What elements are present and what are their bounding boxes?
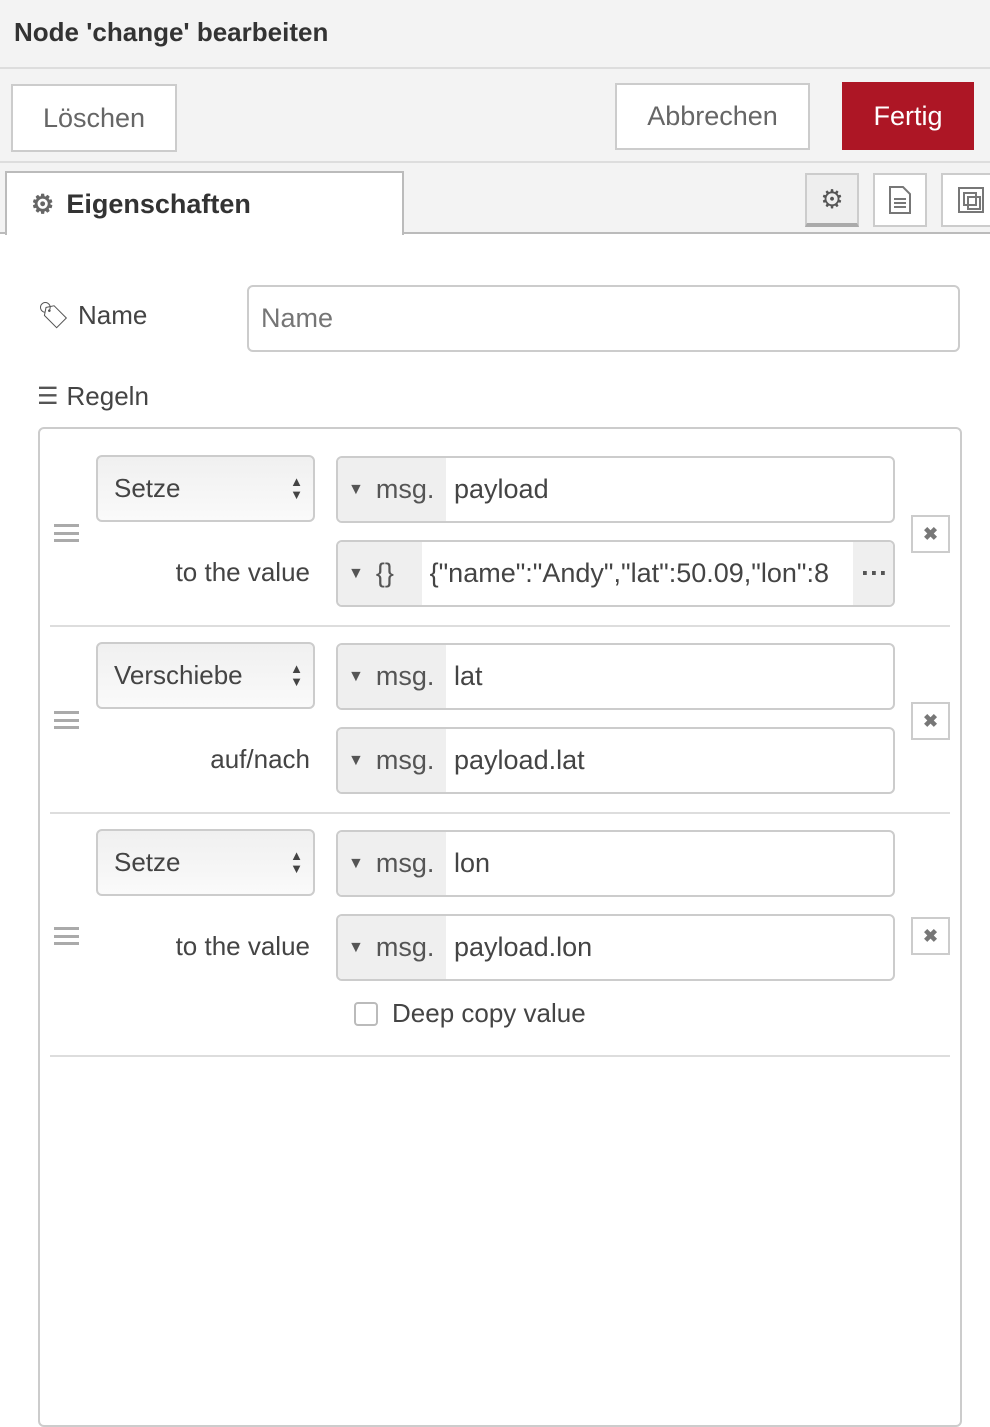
dialog-toolbar: Löschen Abbrechen Fertig (0, 69, 990, 163)
drag-handle-icon[interactable] (54, 711, 79, 729)
properties-tab-button[interactable]: ⚙ (805, 173, 859, 227)
dialog-title: Node 'change' bearbeiten (14, 17, 329, 47)
type-label: msg. (375, 932, 435, 962)
caret-down-icon: ▼ (348, 667, 364, 685)
rule-row: Verschiebe ▲ ▼ ▼ msg. lat auf/nach ▼ msg. payl… (40, 616, 960, 803)
rule-action-select[interactable]: Setze ▲ ▼ (96, 829, 315, 896)
rule-row: Setze ▲ ▼ ▼ msg. lon to the value ▼ msg. paylo… (40, 803, 960, 1053)
delete-button[interactable]: Löschen (11, 84, 177, 152)
caret-down-icon: ▼ (348, 854, 364, 872)
action-value: Setze (114, 847, 181, 877)
tab-properties[interactable]: ⚙ Eigenschaften (5, 171, 404, 235)
dialog-header: Node 'change' bearbeiten (0, 0, 990, 69)
close-icon: ✖ (922, 523, 939, 544)
target-input[interactable]: ▼ msg. payload.lat (336, 727, 895, 794)
rules-label-text: Regeln (66, 381, 149, 411)
done-button[interactable]: Fertig (842, 82, 974, 150)
property-value: payload (454, 474, 549, 504)
rules-list: Setze ▲ ▼ ▼ msg. payload to the value ▼ {} {"n… (38, 427, 962, 1427)
updown-icon: ▲ ▼ (290, 848, 303, 876)
updown-icon: ▲ ▼ (290, 661, 303, 689)
value-input[interactable]: ▼ msg. payload.lon (336, 914, 895, 981)
caret-down-icon: ▼ (348, 480, 364, 498)
caret-down-icon: ▼ (348, 564, 364, 582)
name-label: 🏷 Name (37, 300, 147, 331)
type-selector[interactable]: ▼ msg. (338, 916, 446, 979)
expand-editor-button[interactable]: ··· (853, 542, 893, 605)
drag-handle-icon[interactable] (54, 927, 79, 945)
value-text: payload.lon (454, 932, 593, 962)
action-value: Setze (114, 473, 181, 503)
value-label: to the value (175, 931, 310, 961)
name-input[interactable] (247, 285, 960, 352)
value-input[interactable]: ▼ {} {"name":"Andy","lat":50.09,"lon":8 ··· (336, 540, 895, 607)
name-label-text: Name (78, 300, 148, 330)
type-label: msg. (375, 661, 435, 691)
type-selector[interactable]: ▼ msg. (338, 458, 446, 521)
type-label: msg. (375, 848, 435, 878)
type-selector[interactable]: ▼ {} (338, 542, 422, 605)
value-label: to the value (175, 557, 310, 587)
deep-copy-label: Deep copy value (392, 998, 586, 1028)
divider (50, 1055, 950, 1057)
file-text-icon (889, 186, 911, 214)
type-selector[interactable]: ▼ msg. (338, 645, 446, 708)
type-label: msg. (375, 474, 435, 504)
target-value: payload.lat (454, 745, 585, 775)
property-value: lat (454, 661, 483, 691)
rules-label: ☰ Regeln (37, 381, 149, 412)
gear-icon: ⚙ (31, 188, 55, 219)
close-icon: ✖ (922, 925, 939, 946)
delete-rule-button[interactable]: ✖ (911, 515, 950, 553)
type-label: {} (375, 558, 394, 588)
tag-icon: 🏷 (37, 300, 71, 330)
tab-label: Eigenschaften (66, 188, 251, 219)
json-value: {"name":"Andy","lat":50.09,"lon":8 (429, 558, 829, 588)
drag-handle-icon[interactable] (54, 524, 79, 542)
delete-rule-button[interactable]: ✖ (911, 917, 950, 955)
caret-down-icon: ▼ (348, 751, 364, 769)
deep-copy-option: Deep copy value (354, 998, 586, 1029)
deep-copy-checkbox[interactable] (354, 1001, 378, 1026)
gear-icon: ⚙ (820, 183, 844, 214)
list-icon: ☰ (37, 383, 59, 410)
value-label: auf/nach (210, 744, 310, 774)
property-input[interactable]: ▼ msg. lat (336, 643, 895, 710)
delete-rule-button[interactable]: ✖ (911, 702, 950, 740)
action-value: Verschiebe (114, 660, 243, 690)
updown-icon: ▲ ▼ (290, 474, 303, 502)
rule-row: Setze ▲ ▼ ▼ msg. payload to the value ▼ {} {"n… (40, 429, 960, 625)
type-selector[interactable]: ▼ msg. (338, 729, 446, 792)
layout-icon (958, 187, 984, 213)
type-label: msg. (375, 745, 435, 775)
close-icon: ✖ (922, 710, 939, 731)
caret-down-icon: ▼ (348, 938, 364, 956)
property-input[interactable]: ▼ msg. payload (336, 456, 895, 523)
rule-action-select[interactable]: Verschiebe ▲ ▼ (96, 642, 315, 709)
cancel-button[interactable]: Abbrechen (615, 83, 810, 150)
rule-action-select[interactable]: Setze ▲ ▼ (96, 455, 315, 522)
ellipsis-icon: ··· (861, 558, 889, 588)
property-input[interactable]: ▼ msg. lon (336, 830, 895, 897)
type-selector[interactable]: ▼ msg. (338, 832, 446, 895)
description-tab-button[interactable] (873, 173, 927, 227)
appearance-tab-button[interactable] (941, 173, 990, 227)
tab-bar: ⚙ Eigenschaften ⚙ (0, 163, 990, 235)
property-value: lon (454, 848, 491, 878)
